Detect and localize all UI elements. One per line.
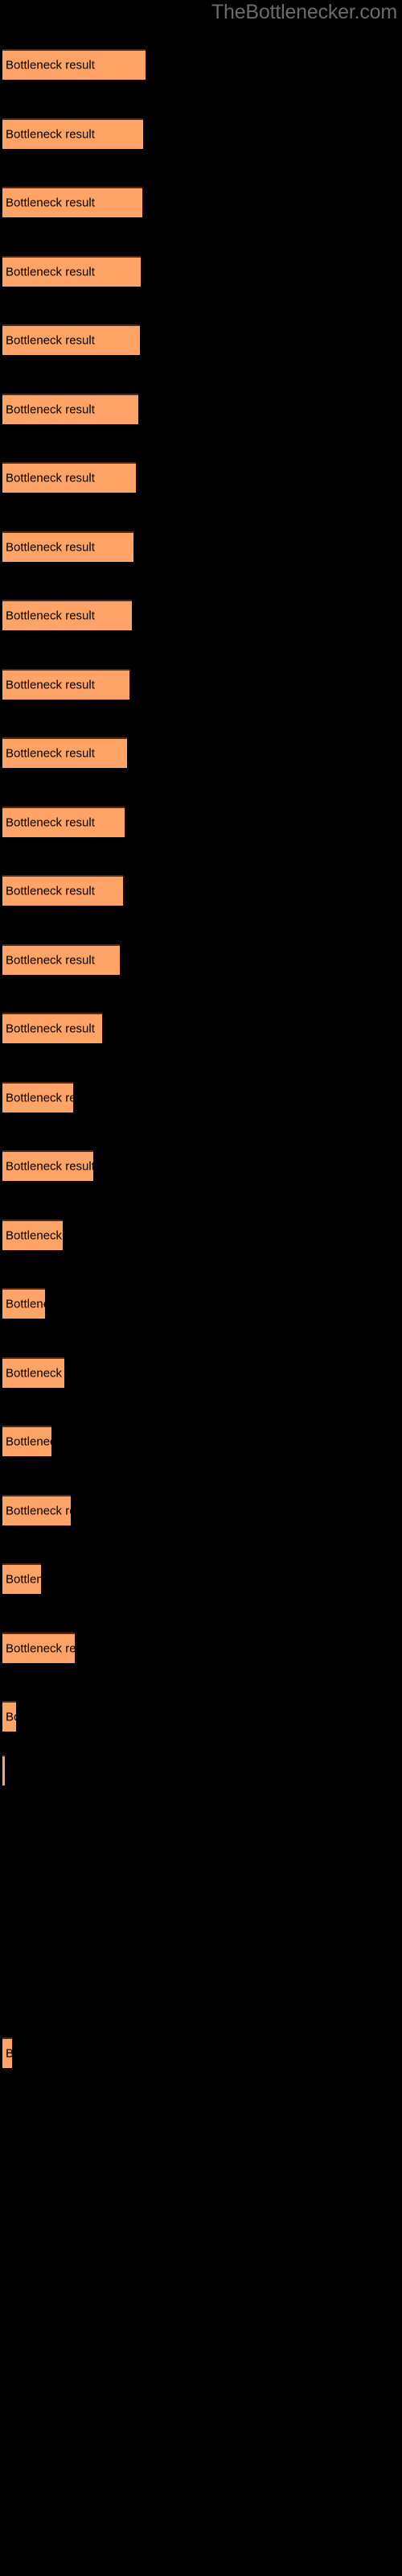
bar-label: Bottleneck result <box>6 884 95 898</box>
bar-label: Bottleneck result <box>6 1366 64 1381</box>
bar[interactable]: Bottleneck result <box>2 1082 73 1113</box>
bar-label: Bottleneck result <box>6 678 95 692</box>
bar[interactable]: Bottleneck result <box>2 1495 71 1525</box>
bar[interactable]: Bottleneck result <box>2 737 127 768</box>
site-watermark: TheBottlenecker.com <box>211 1 397 23</box>
bar[interactable]: Bottleneck result <box>2 256 141 287</box>
bar[interactable]: Bottleneck result <box>2 1288 45 1319</box>
bar[interactable]: Bottleneck result <box>2 1701 16 1732</box>
bar[interactable]: Bottleneck result <box>2 394 138 424</box>
bar-label: Bottleneck result <box>6 1710 16 1724</box>
bar-label: Bottleneck result <box>6 1297 45 1311</box>
bar-label: Bottleneck result <box>6 471 95 485</box>
bar-label: Bottleneck result <box>6 333 95 348</box>
bar[interactable]: Bottleneck result <box>2 669 129 700</box>
bar[interactable]: Bottleneck result <box>2 49 146 80</box>
bar-label: Bottleneck result <box>6 1228 63 1243</box>
bar-label: Bottleneck result <box>6 1435 51 1449</box>
bar[interactable]: Bottleneck result <box>2 187 142 217</box>
bar[interactable]: Bottleneck result <box>2 324 140 355</box>
bar[interactable]: Bottleneck result <box>2 462 136 493</box>
bar-label: Bottleneck result <box>6 127 95 142</box>
bar[interactable]: Bottleneck result <box>2 1755 5 1785</box>
bar[interactable]: Bottleneck result <box>2 1563 41 1594</box>
bar-label: Bottleneck result <box>6 1091 73 1105</box>
bar[interactable]: Bottleneck result <box>2 600 132 630</box>
bar-label: Bottleneck result <box>6 402 95 417</box>
bar-label: Bottleneck result <box>6 1159 93 1174</box>
bar[interactable]: Bottleneck result <box>2 1150 93 1181</box>
bar-label: Bottleneck result <box>6 1641 75 1656</box>
bar-label: Bottleneck result <box>6 1572 41 1587</box>
bar[interactable]: Bottleneck result <box>2 1426 51 1456</box>
bar-label: Bottleneck result <box>6 265 95 279</box>
bar[interactable]: Bottleneck result <box>2 531 133 562</box>
bar-label: Bottleneck result <box>6 609 95 623</box>
bar[interactable]: Bottleneck result <box>2 875 123 906</box>
bar-label: Bottleneck result <box>6 196 95 210</box>
bar[interactable]: Bottleneck result <box>2 1633 75 1663</box>
bar-label: Bottleneck result <box>6 953 95 968</box>
bar[interactable]: Bottleneck result <box>2 807 125 837</box>
bar-label: Bottleneck result <box>6 2048 12 2060</box>
bar-label: Bottleneck result <box>6 1504 71 1518</box>
bar-label: Bottleneck result <box>6 540 95 555</box>
bar[interactable]: Bottleneck result <box>2 2037 12 2068</box>
bar[interactable]: Bottleneck result <box>2 1220 63 1250</box>
bar[interactable]: Bottleneck result <box>2 1357 64 1388</box>
bar-label: Bottleneck result <box>6 58 95 72</box>
bar[interactable]: Bottleneck result <box>2 118 143 149</box>
bar-label: Bottleneck result <box>6 746 95 761</box>
bar[interactable]: Bottleneck result <box>2 944 120 975</box>
bar-label: Bottleneck result <box>6 815 95 830</box>
bar-label: Bottleneck result <box>6 1022 95 1036</box>
bar[interactable]: Bottleneck result <box>2 1013 102 1043</box>
bar-chart-canvas: TheBottlenecker.com Bottleneck result Bot… <box>0 0 402 2576</box>
